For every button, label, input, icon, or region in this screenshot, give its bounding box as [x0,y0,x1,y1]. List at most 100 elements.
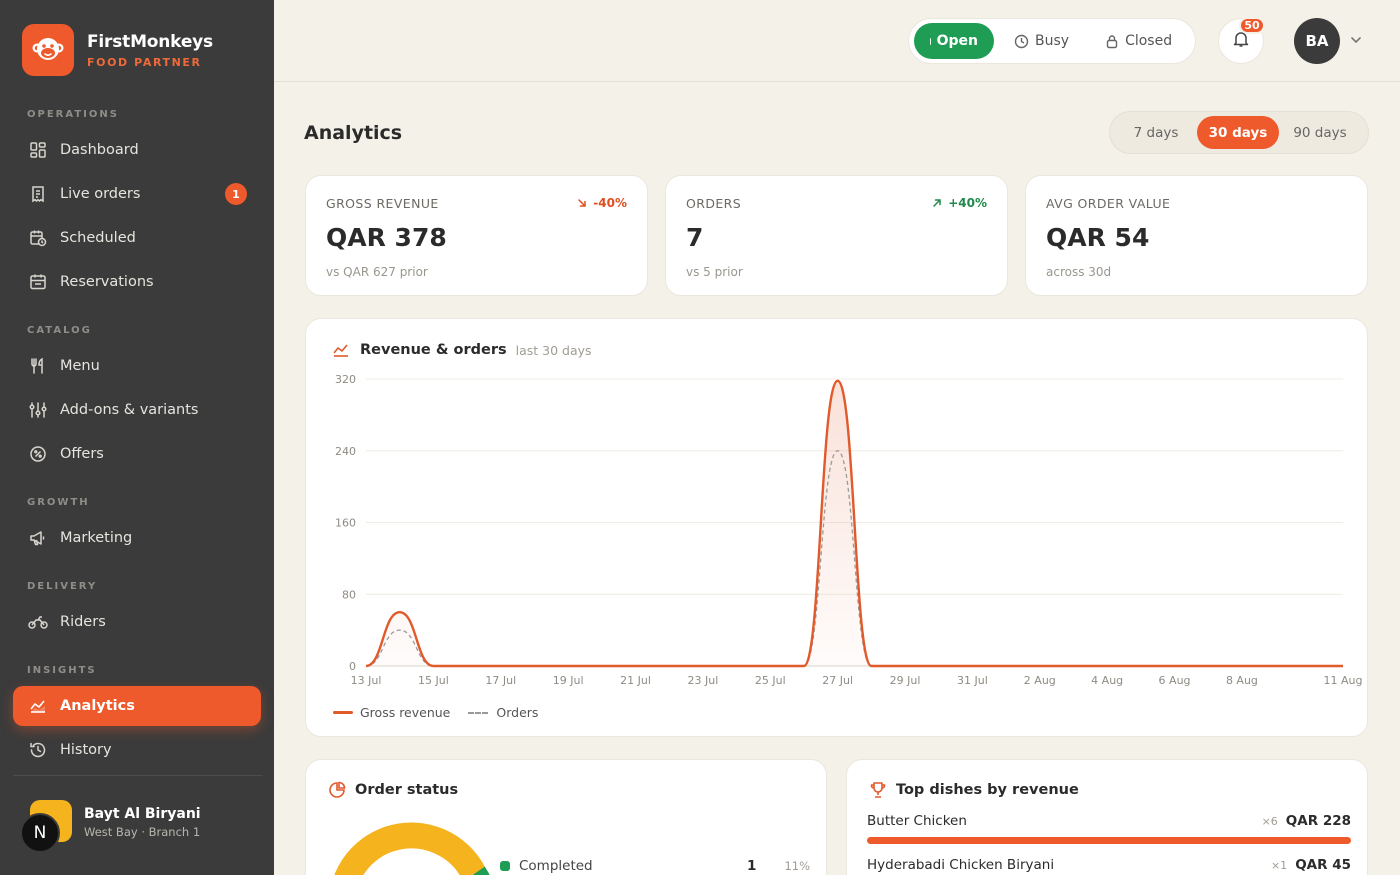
megaphone-icon [28,528,48,548]
sidebar-item-scheduled[interactable]: Scheduled [13,218,261,258]
page-title: Analytics [304,122,403,144]
status-percent: 11% [784,859,810,873]
calendar-icon [28,272,48,292]
monkey-logo-icon [22,24,74,76]
kpi-value: QAR 54 [1046,223,1150,252]
notifications-button[interactable]: 50 [1218,17,1265,64]
sidebar-item-addons[interactable]: Add-ons & variants [13,390,261,430]
chevron-down-icon[interactable] [1349,32,1363,51]
dish-item[interactable]: Hyderabadi Chicken Biryani ×1 QAR 45 [867,857,1351,875]
sidebar-item-label: Scheduled [60,230,136,246]
status-open-button[interactable]: Open [914,23,994,59]
sidebar-item-dashboard[interactable]: Dashboard [13,130,261,170]
x-tick-label: 23 Jul [688,674,719,687]
status-count: 1 [747,858,757,874]
trophy-icon [869,781,887,799]
kpi-sub: across 30d [1046,265,1112,279]
y-tick-label: 160 [335,517,356,530]
x-tick-label: 13 Jul [351,674,382,687]
sidebar-item-reservations[interactable]: Reservations [13,262,261,302]
percent-badge-icon [28,444,48,464]
dish-revenue: QAR 45 [1295,857,1351,873]
kpi-delta: -40% [577,196,627,210]
live-orders-badge: 1 [225,183,247,205]
section-label-delivery: DELIVERY [27,581,98,592]
sidebar-item-riders[interactable]: Riders [13,602,261,642]
calendar-clock-icon [28,228,48,248]
y-tick-label: 0 [349,660,356,673]
sidebar-item-history[interactable]: History [13,730,261,770]
x-tick-label: 27 Jul [822,674,853,687]
kpi-card-gross-revenue: GROSS REVENUE -40% QAR 378 vs QAR 627 pr… [305,175,648,296]
status-label: Completed [519,858,593,874]
sidebar-item-marketing[interactable]: Marketing [13,518,261,558]
range-30-days-button[interactable]: 30 days [1197,116,1279,149]
y-tick-label: 80 [342,588,356,601]
branch-name: Bayt Al Biryani [84,805,201,822]
sidebar-item-live-orders[interactable]: Live orders 1 [13,174,261,214]
x-tick-label: 11 Aug [1324,674,1363,687]
x-tick-label: 15 Jul [418,674,449,687]
x-tick-label: 25 Jul [755,674,786,687]
kpi-label: AVG ORDER VALUE [1046,196,1171,211]
lock-icon [1105,34,1119,49]
dish-quantity: ×1 [1270,858,1288,872]
dish-name: Hyderabadi Chicken Biryani [867,857,1055,873]
x-tick-label: 19 Jul [553,674,584,687]
branch-location: West Bay · Branch 1 [84,824,201,839]
chart-area-icon [28,696,48,716]
kpi-sub: vs QAR 627 prior [326,265,428,279]
sidebar-item-offers[interactable]: Offers [13,434,261,474]
clock-icon [1014,34,1029,49]
chart-legend: Gross revenue Orders [333,705,538,720]
dish-revenue: QAR 228 [1285,813,1351,829]
x-tick-label: 8 Aug [1226,674,1258,687]
chart-subtitle: last 30 days [515,342,592,358]
sidebar-item-label: Reservations [60,274,154,290]
receipt-icon [28,184,48,204]
sidebar-item-label: Live orders [60,186,141,202]
order-status-legend-completed: Completed 1 11% [500,858,810,874]
brand[interactable]: FirstMonkeys FOOD PARTNER [22,24,213,76]
donut-segment-pending [334,822,486,875]
section-label-operations: OPERATIONS [27,109,119,120]
status-busy-button[interactable]: Busy [998,23,1085,59]
fork-knife-icon [28,356,48,376]
status-closed-button[interactable]: Closed [1089,23,1188,59]
order-status-header: Order status [328,781,458,799]
branch-switcher[interactable]: N Bayt Al Biryani West Bay · Branch 1 [20,797,201,853]
kpi-card-orders: ORDERS +40% 7 vs 5 prior [665,175,1008,296]
sidebar-item-menu[interactable]: Menu [13,346,261,386]
dish-name: Butter Chicken [867,813,967,829]
dish-quantity: ×6 [1261,814,1278,828]
x-tick-label: 31 Jul [957,674,988,687]
status-dot-icon [930,37,931,45]
branch-avatar-letter: N [20,813,60,853]
legend-label-revenue: Gross revenue [360,705,451,720]
kpi-value: QAR 378 [326,223,447,252]
x-tick-label: 21 Jul [620,674,651,687]
kpi-delta-value: +40% [948,196,987,210]
kpi-value: 7 [686,223,704,252]
x-tick-label: 17 Jul [485,674,516,687]
order-status-title: Order status [355,782,459,798]
sidebar: FirstMonkeys FOOD PARTNER OPERATIONS Das… [0,0,274,875]
pie-chart-icon [328,781,346,799]
chart-area-icon [332,341,350,359]
legend-swatch-revenue [333,711,353,714]
dish-item[interactable]: Butter Chicken ×6 QAR 228 [867,813,1351,844]
sidebar-item-label: Riders [60,614,106,630]
range-90-days-button[interactable]: 90 days [1279,116,1361,149]
dashboard-grid-icon [28,140,48,160]
topbar: Open Busy Closed 50 BA [274,0,1400,82]
status-closed-label: Closed [1125,33,1173,49]
arrow-up-right-icon [932,198,942,208]
sidebar-item-analytics[interactable]: Analytics [13,686,261,726]
user-avatar[interactable]: BA [1294,18,1340,64]
brand-subtitle: FOOD PARTNER [87,55,202,69]
notifications-count-badge: 50 [1239,17,1265,34]
range-7-days-button[interactable]: 7 days [1115,116,1197,149]
top-dishes-header: Top dishes by revenue [869,781,1079,799]
sidebar-item-label: History [60,742,112,758]
order-status-donut [334,822,490,875]
